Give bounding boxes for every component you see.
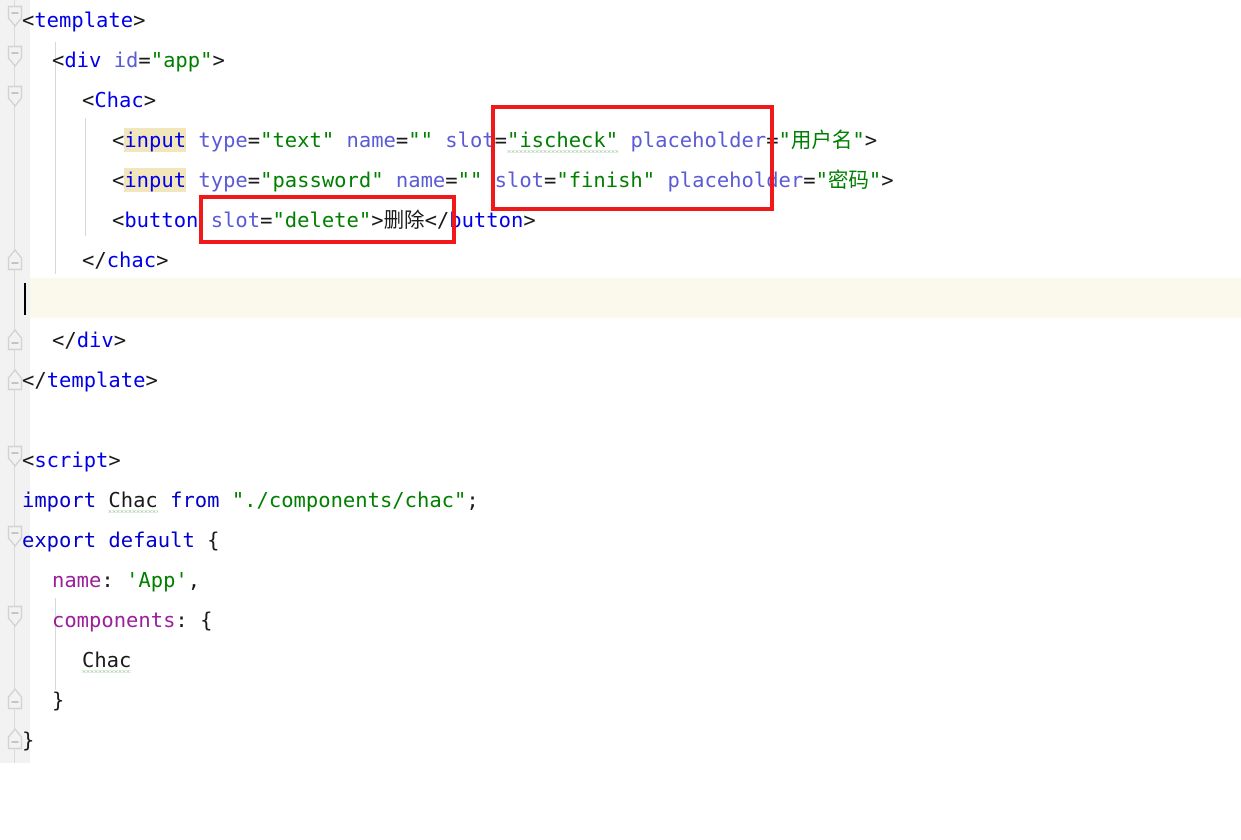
line1-close-bracket: > [133, 8, 146, 32]
line18-close-brace: } [52, 688, 65, 712]
line5-tag-input: input [124, 168, 187, 192]
code-line-1[interactable]: <template> [0, 0, 1241, 40]
line6-value-delete: "delete" [272, 208, 372, 232]
line4-open-bracket: < [112, 128, 125, 152]
line4-close-bracket: > [864, 128, 878, 152]
code-line-15[interactable]: name: 'App', [0, 560, 1241, 600]
line3-open-bracket: < [82, 88, 95, 112]
line14-open-brace: { [207, 528, 220, 552]
line5-attr-name: name [395, 168, 446, 192]
line4-attr-type: type [198, 128, 248, 152]
code-line-9[interactable]: </div> [0, 320, 1241, 360]
line9-close-gt: > [113, 328, 127, 352]
line5-value-passwordlabel: "密码" [815, 168, 882, 192]
line6-close-open: </ [424, 208, 450, 232]
line15-comma: , [187, 568, 201, 592]
line12-close-bracket: > [108, 448, 121, 472]
line5-value-finish: "finish" [556, 168, 656, 192]
line6-button-text: 删除 [383, 208, 425, 232]
code-line-8[interactable] [0, 280, 1241, 320]
code-line-7[interactable]: </chac> [0, 240, 1241, 280]
code-line-16[interactable]: components: { [0, 600, 1241, 640]
code-content[interactable]: <template> <div id="app"> <Chac> <input … [0, 0, 1241, 763]
line5-attr-type: type [198, 168, 248, 192]
code-line-3[interactable]: <Chac> [0, 80, 1241, 120]
line13-keyword-from: from [170, 488, 220, 512]
line16-colon: : [175, 608, 188, 632]
line2-value-app: "app" [150, 48, 213, 72]
line5-attr-placeholder: placeholder [667, 168, 804, 192]
line3-close-bracket: > [143, 88, 157, 112]
text-caret [24, 283, 26, 315]
line4-attr-placeholder: placeholder [630, 128, 767, 152]
code-line-17[interactable]: Chac [0, 640, 1241, 680]
line4-attr-name: name [346, 128, 396, 152]
line4-attr-slot: slot [445, 128, 495, 152]
line6-close-gt: > [523, 208, 536, 232]
line13-keyword-import: import [22, 488, 97, 512]
line17-identifier-chac: Chac [82, 648, 132, 672]
line2-tag-div: div [64, 48, 102, 72]
line2-close-bracket: > [212, 48, 225, 72]
line3-tag-chac: Chac [94, 88, 144, 112]
line7-close-open: </ [82, 248, 107, 272]
line14-keyword-default: default [108, 528, 195, 552]
code-line-11[interactable] [0, 400, 1241, 440]
line15-property-name: name [52, 568, 102, 592]
code-line-6[interactable]: <button slot="delete">删除</button> [0, 200, 1241, 240]
line10-tag-template: template [46, 368, 146, 392]
line7-tag-chac: chac [106, 248, 157, 272]
line13-module-path: "./components/chac" [231, 488, 467, 512]
line16-property-components: components [52, 608, 176, 632]
line12-tag-script: script [34, 448, 109, 472]
code-line-5[interactable]: <input type="password" name="" slot="fin… [0, 160, 1241, 200]
code-editor[interactable]: <template> <div id="app"> <Chac> <input … [0, 0, 1241, 763]
line5-attr-slot: slot [494, 168, 545, 192]
line13-identifier-chac: Chac [108, 488, 158, 512]
code-line-19[interactable]: } [0, 720, 1241, 760]
line13-semicolon: ; [466, 488, 479, 512]
code-line-18[interactable]: } [0, 680, 1241, 720]
line2-open-bracket: < [52, 48, 65, 72]
code-line-10[interactable]: </template> [0, 360, 1241, 400]
line1-tag-template: template [34, 8, 134, 32]
line6-open-bracket: < [112, 208, 125, 232]
line4-value-ischeck: "ischeck" [507, 128, 619, 152]
line5-open-bracket: < [112, 168, 125, 192]
line10-close-open: </ [22, 368, 47, 392]
line6-gt: > [371, 208, 384, 232]
line15-value-app: 'App' [126, 568, 188, 592]
line16-open-brace: { [200, 608, 213, 632]
line5-close-bracket: > [881, 168, 894, 192]
line6-close-tag-button: button [449, 208, 524, 232]
line1-open-bracket: < [22, 8, 35, 32]
line5-value-password: "password" [260, 168, 384, 192]
line9-tag-div: div [76, 328, 114, 352]
line15-colon: : [101, 568, 114, 592]
code-line-2[interactable]: <div id="app"> [0, 40, 1241, 80]
line2-attr-id: id [113, 48, 139, 72]
line12-open-bracket: < [22, 448, 35, 472]
line7-close-gt: > [156, 248, 169, 272]
line4-value-username: "用户名" [778, 128, 865, 152]
line14-keyword-export: export [22, 528, 97, 552]
line6-tag-button: button [124, 208, 199, 232]
line4-value-text: "text" [260, 128, 335, 152]
line6-attr-slot: slot [210, 208, 261, 232]
line2-equals: = [138, 48, 151, 72]
code-line-13[interactable]: import Chac from "./components/chac"; [0, 480, 1241, 520]
code-line-4[interactable]: <input type="text" name="" slot="ischeck… [0, 120, 1241, 160]
line19-close-brace: } [22, 728, 35, 752]
line5-value-name: "" [457, 168, 483, 192]
line9-close-open: </ [52, 328, 77, 352]
line4-value-name: "" [408, 128, 433, 152]
code-line-14[interactable]: export default { [0, 520, 1241, 560]
line10-close-gt: > [145, 368, 158, 392]
code-line-12[interactable]: <script> [0, 440, 1241, 480]
line4-tag-input: input [124, 128, 187, 152]
line2-space [101, 48, 113, 72]
